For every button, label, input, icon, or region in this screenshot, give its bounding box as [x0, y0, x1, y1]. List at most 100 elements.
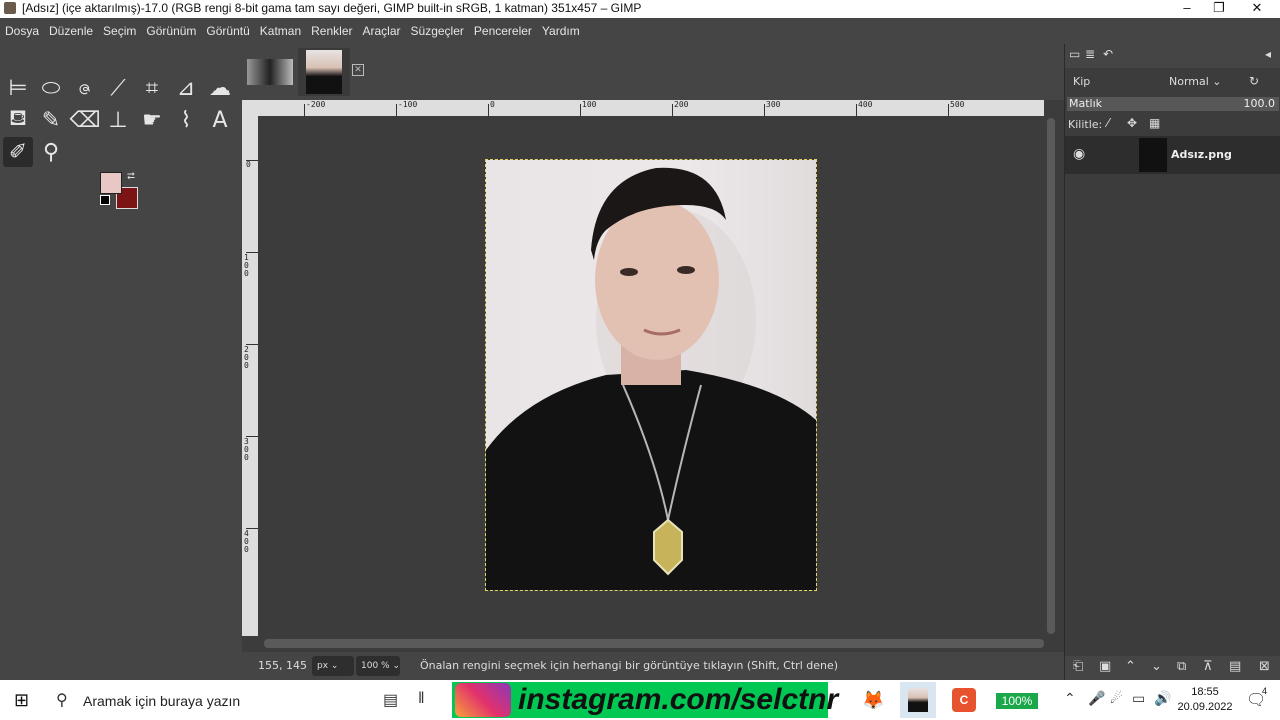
- horizontal-scrollbar[interactable]: [258, 636, 1044, 652]
- layer-name[interactable]: Adsız.png: [1171, 148, 1232, 161]
- warp-tool-icon[interactable]: ☁: [205, 73, 235, 103]
- raise-layer-icon[interactable]: ⌃: [1125, 659, 1136, 674]
- opacity-label: Matlık: [1069, 97, 1103, 110]
- paths-tool-icon[interactable]: ⌇: [171, 105, 201, 135]
- text-tool-icon[interactable]: A: [205, 105, 235, 135]
- search-icon[interactable]: ⚲: [56, 690, 68, 710]
- ruler-label: 500: [950, 100, 965, 109]
- eraser-icon[interactable]: ⌫: [69, 105, 100, 135]
- layer-row[interactable]: ◉ Adsız.png: [1065, 136, 1280, 174]
- window-title: [Adsız] (içe aktarılmış)-17.0 (RGB rengi…: [22, 1, 642, 15]
- pinned-app-icon[interactable]: ‖: [418, 690, 425, 708]
- ruler-label: 300: [244, 437, 249, 462]
- swap-colors-icon[interactable]: ⮂: [127, 171, 135, 182]
- unit-select[interactable]: px ⌄: [312, 656, 354, 676]
- wifi-icon[interactable]: ☄: [1110, 690, 1123, 707]
- toolbox: ⊨ ⬭ ဇ ⟋ ⌗ ⊿ ☁ ⛾ ✎ ⌫ ⊥ ☛ ⌇ A ✐ ⚲ ⮂: [0, 44, 242, 680]
- close-button[interactable]: ✕: [1234, 0, 1280, 18]
- transform-tool-icon[interactable]: ⊿: [171, 73, 201, 103]
- mode-value: Normal: [1169, 75, 1209, 88]
- reset-mode-icon[interactable]: ↻: [1249, 74, 1259, 88]
- image-tab-2[interactable]: [298, 48, 350, 96]
- menu-gorunum[interactable]: Görünüm: [141, 18, 201, 44]
- lock-pixels-icon[interactable]: ⁄: [1107, 116, 1109, 130]
- task-view-icon[interactable]: ▤: [383, 690, 398, 710]
- ruler-label: -100: [398, 100, 418, 109]
- horizontal-ruler[interactable]: -200 -100 0 100 200 300 400 500: [258, 100, 1044, 116]
- pointer-coordinates: 155, 145: [258, 659, 307, 672]
- layers-dock-toolbar: ⎗ ▣ ⌃ ⌄ ⧉ ⊼ ▤ ⊠: [1065, 656, 1280, 680]
- windows-start-icon[interactable]: ⊞: [14, 690, 29, 711]
- layer-mask-icon[interactable]: ▤: [1229, 659, 1241, 674]
- microphone-icon[interactable]: 🎤: [1088, 690, 1105, 707]
- reset-colors-icon[interactable]: [100, 195, 110, 205]
- ellipse-select-icon[interactable]: ⬭: [36, 73, 66, 103]
- vertical-ruler[interactable]: 0 100 200 300 400: [242, 116, 258, 636]
- taskbar: ⊞ ⚲ Aramak için buraya yazın ▤ ‖ instagr…: [0, 680, 1280, 720]
- dock-menu-icon[interactable]: ◂: [1265, 47, 1271, 61]
- ruler-label: 400: [244, 529, 249, 554]
- vertical-scrollbar[interactable]: [1044, 116, 1060, 636]
- menu-dosya[interactable]: Dosya: [0, 18, 44, 44]
- crop-tool-icon[interactable]: ⌗: [137, 73, 167, 103]
- layers-tab-icon[interactable]: ▭: [1069, 47, 1080, 61]
- gimp-app-icon: [4, 2, 16, 14]
- anchor-layer-icon[interactable]: ⊼: [1203, 659, 1213, 674]
- mode-select[interactable]: Normal ⌄: [1169, 72, 1239, 92]
- fuzzy-select-icon[interactable]: ⟋: [103, 73, 133, 103]
- lock-alpha-icon[interactable]: ▦: [1149, 116, 1160, 130]
- gimp-taskbar-icon[interactable]: 🦊: [862, 690, 884, 711]
- menu-duzenle[interactable]: Düzenle: [44, 18, 98, 44]
- menu-secim[interactable]: Seçim: [98, 18, 141, 44]
- image-tab-1[interactable]: [244, 48, 296, 96]
- portrait-image: [486, 167, 816, 590]
- image-layer-photo[interactable]: [485, 159, 817, 591]
- lasso-select-icon[interactable]: ဇ: [70, 73, 100, 103]
- clone-tool-icon[interactable]: ⊥: [103, 105, 133, 135]
- color-picker-icon[interactable]: ✐: [3, 137, 33, 167]
- image-canvas[interactable]: [258, 116, 1044, 636]
- menu-araclar[interactable]: Araçlar: [358, 18, 406, 44]
- taskbar-search-input[interactable]: Aramak için buraya yazın: [83, 693, 240, 709]
- instagram-icon: [455, 683, 511, 717]
- ruler-label: 200: [244, 345, 249, 370]
- menu-pencereler[interactable]: Pencereler: [469, 18, 537, 44]
- visibility-eye-icon[interactable]: ◉: [1073, 146, 1085, 162]
- new-layer-group-icon[interactable]: ▣: [1099, 659, 1111, 674]
- tray-expand-icon[interactable]: ⌃: [1064, 690, 1076, 707]
- promo-text: instagram.com/selctnr: [518, 683, 839, 716]
- duplicate-layer-icon[interactable]: ⧉: [1177, 659, 1186, 674]
- active-window-taskbar-button[interactable]: [900, 682, 936, 718]
- lock-position-icon[interactable]: ✥: [1127, 116, 1137, 130]
- paintbrush-icon[interactable]: ✎: [36, 105, 66, 135]
- menu-katman[interactable]: Katman: [255, 18, 306, 44]
- bucket-fill-icon[interactable]: ⛾: [3, 105, 33, 135]
- volume-icon[interactable]: 🔊: [1154, 690, 1171, 707]
- image-thumbnail: [247, 59, 293, 85]
- layers-dock: ▭ ≣ ↶ ◂ Kip Normal ⌄ ↻ Matlık 100.0 Kili…: [1064, 44, 1280, 680]
- ruler-label: 400: [858, 100, 873, 109]
- opacity-value: 100.0: [1243, 97, 1276, 110]
- system-clock[interactable]: 18:55 20.09.2022: [1176, 685, 1234, 715]
- battery-icon[interactable]: ▭: [1132, 690, 1145, 707]
- foreground-color-swatch[interactable]: [100, 172, 122, 194]
- zoom-tool-icon[interactable]: ⚲: [36, 137, 66, 167]
- align-tool-icon[interactable]: ⊨: [3, 73, 33, 103]
- ruler-corner[interactable]: [242, 100, 258, 116]
- menu-goruntu[interactable]: Görüntü: [201, 18, 254, 44]
- undo-history-tab-icon[interactable]: ↶: [1103, 47, 1113, 61]
- delete-layer-icon[interactable]: ⊠: [1259, 659, 1270, 674]
- zoom-select[interactable]: 100 % ⌄: [356, 656, 400, 676]
- menu-suzgecler[interactable]: Süzgeçler: [406, 18, 469, 44]
- smudge-tool-icon[interactable]: ☛: [137, 105, 167, 135]
- lower-layer-icon[interactable]: ⌄: [1151, 659, 1162, 674]
- menu-yardim[interactable]: Yardım: [537, 18, 585, 44]
- new-layer-icon[interactable]: ⎗: [1073, 659, 1083, 674]
- close-tab-icon[interactable]: ✕: [352, 64, 364, 76]
- channels-tab-icon[interactable]: ≣: [1085, 47, 1095, 61]
- opacity-slider[interactable]: Matlık 100.0: [1067, 97, 1279, 111]
- menu-renkler[interactable]: Renkler: [306, 18, 357, 44]
- status-bar: 155, 145 px ⌄ 100 % ⌄ Önalan rengini seç…: [242, 652, 1064, 680]
- instagram-promo-banner: instagram.com/selctnr: [452, 682, 838, 718]
- recorder-app-icon[interactable]: C: [952, 688, 976, 712]
